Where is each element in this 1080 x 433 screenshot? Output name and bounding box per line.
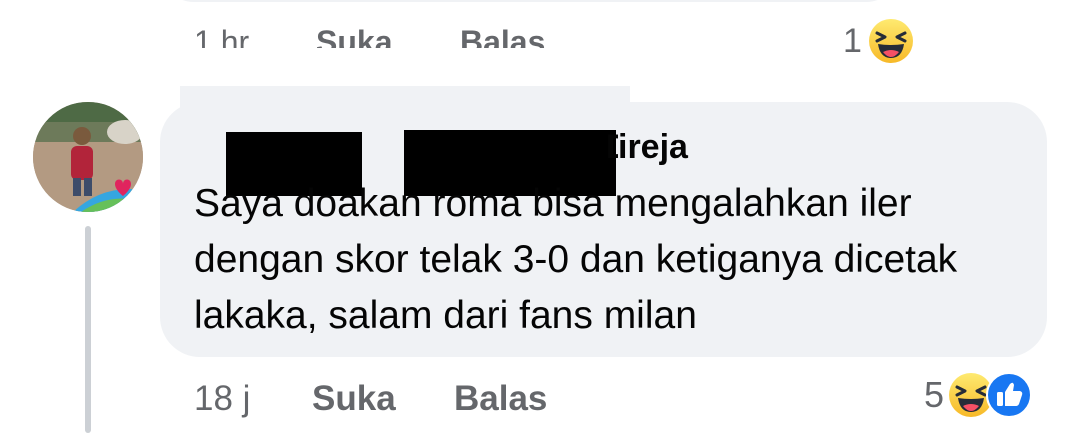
like-icon <box>986 372 1033 418</box>
previous-reply-button[interactable]: Balas <box>460 22 545 48</box>
avatar[interactable] <box>33 102 143 212</box>
thread-line <box>85 226 91 433</box>
like-button[interactable]: Suka <box>312 374 396 424</box>
redaction-overlay <box>180 86 630 116</box>
avatar-photo <box>33 102 143 212</box>
previous-comment-time[interactable]: 1 hr <box>194 22 249 48</box>
comment-author-name[interactable]: Direja <box>606 126 688 168</box>
comment-thread: 1 hr Suka Balas 1 ireja Saya doakan roma… <box>0 0 1080 433</box>
haha-icon <box>868 19 913 63</box>
previous-like-button[interactable]: Suka <box>316 22 392 48</box>
comment-reactions[interactable]: 5 <box>924 370 1033 420</box>
previous-reactions[interactable]: 1 <box>843 18 914 64</box>
comment-time[interactable]: 18 j <box>194 374 250 424</box>
previous-comment-actions: 1 hr Suka Balas <box>190 0 1070 48</box>
comment-text: Saya doakan roma bisa mengalahkan iler d… <box>194 182 958 337</box>
author-name-visible: ireja <box>618 128 688 166</box>
author-name-glyph: D <box>606 126 618 168</box>
reply-button[interactable]: Balas <box>454 374 547 424</box>
reaction-count: 5 <box>924 374 945 415</box>
previous-reaction-count: 1 <box>843 22 862 60</box>
